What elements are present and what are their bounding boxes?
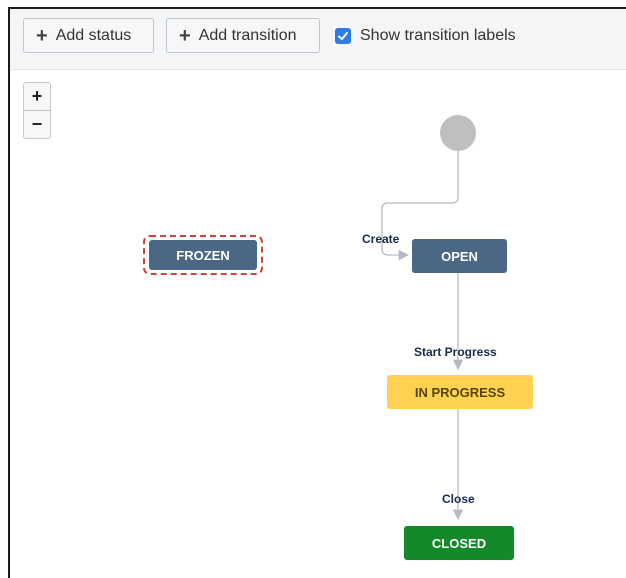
status-frozen[interactable]: FROZEN [149,240,257,270]
status-in-progress[interactable]: IN PROGRESS [387,375,533,409]
transition-lines [381,115,476,521]
initial-state-circle[interactable] [440,115,476,151]
transition-label-create[interactable]: Create [362,232,399,246]
status-open[interactable]: OPEN [412,239,507,273]
status-closed[interactable]: CLOSED [404,526,514,560]
transition-label-start-progress[interactable]: Start Progress [414,345,497,359]
workflow-designer: + Add status + Add transition Show trans… [8,7,626,578]
transition-label-close[interactable]: Close [442,492,475,506]
